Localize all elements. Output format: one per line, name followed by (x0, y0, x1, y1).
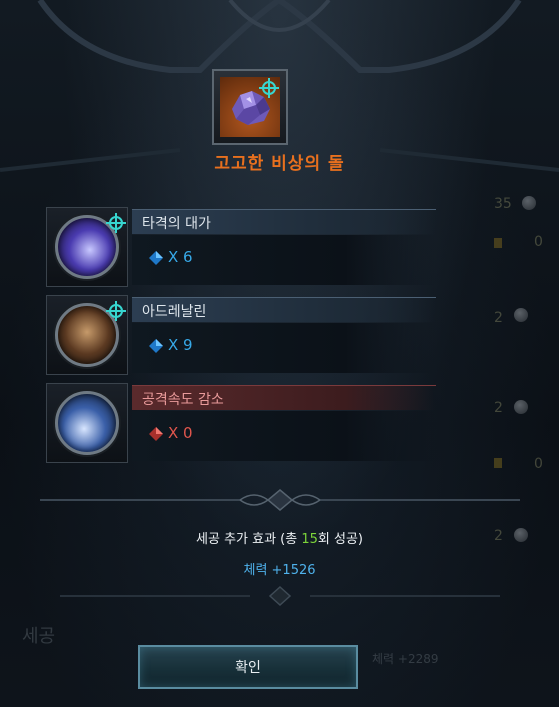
bg-stat: 체력 +2289 (372, 652, 439, 666)
bonus-suffix: 회 성공) (317, 532, 363, 547)
effect-header: 공격속도 감소 (132, 385, 436, 410)
effect-count: X 9 (168, 336, 193, 354)
blue-diamond-icon (149, 339, 163, 353)
bonus-prefix: 세공 추가 효과 (총 (196, 532, 302, 547)
ornamental-divider-bottom (60, 585, 500, 607)
blue-diamond-icon (149, 251, 163, 265)
effect-row: 공격속도 감소 X 0 (46, 383, 436, 463)
bg-gem-icon (494, 238, 502, 248)
bg-knob (522, 196, 536, 210)
effect-slot (46, 207, 128, 287)
cyan-star-icon (106, 213, 126, 233)
effect-slot (46, 383, 128, 463)
bg-title: 세공 (22, 626, 56, 647)
attack-speed-down-icon (55, 391, 119, 455)
ornamental-divider (40, 489, 520, 511)
effect-count: X 0 (168, 424, 193, 442)
bg-knob (514, 308, 528, 322)
effect-title: 공격속도 감소 (142, 392, 224, 408)
bonus-stat: 체력 +1526 (243, 563, 316, 578)
effect-title: 타격의 대가 (142, 216, 211, 232)
effect-row: 아드레날린 X 9 (46, 295, 436, 375)
bg-number: 0 (534, 234, 543, 250)
success-count: 15 (301, 532, 318, 547)
effect-row: 타격의 대가 X 6 (46, 207, 436, 287)
effect-header: 아드레날린 (132, 297, 436, 322)
confirm-button[interactable]: 확인 (138, 645, 358, 689)
red-diamond-icon (149, 427, 163, 441)
bonus-effect-title: 세공 추가 효과 (총 15회 성공) (0, 528, 559, 547)
cyan-star-icon (259, 78, 279, 98)
bg-knob (514, 400, 528, 414)
cyan-star-icon (106, 301, 126, 321)
bg-gem-icon (494, 458, 502, 468)
item-icon-frame (212, 69, 288, 145)
effect-count: X 6 (168, 248, 193, 266)
bg-number: 2 (494, 400, 503, 416)
bg-number: 2 (494, 310, 503, 326)
effect-body: X 6 (132, 235, 436, 285)
effect-slot (46, 295, 128, 375)
effect-body: X 9 (132, 323, 436, 373)
effect-body: X 0 (132, 411, 436, 461)
effect-header: 타격의 대가 (132, 209, 436, 234)
effect-title: 아드레날린 (142, 304, 207, 320)
item-name: 고고한 비상의 돌 (214, 154, 345, 174)
bg-number: 0 (534, 456, 543, 472)
bg-number: 35 (494, 196, 512, 212)
